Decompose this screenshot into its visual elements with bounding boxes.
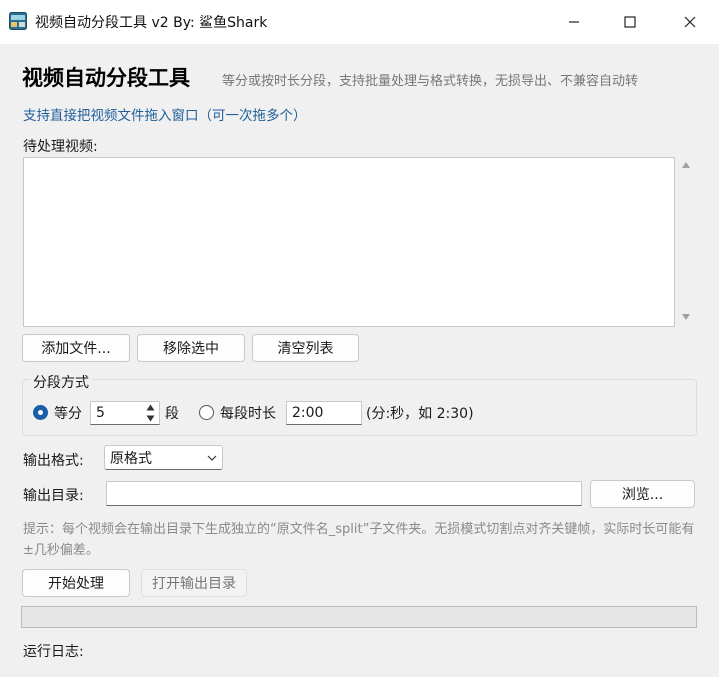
minimize-icon: [569, 21, 579, 23]
segment-unit-label: 段: [165, 406, 179, 422]
video-queue-list[interactable]: [23, 157, 675, 327]
page-subtitle: 等分或按时长分段，支持批量处理与格式转换，无损导出、不兼容自动转: [222, 74, 639, 89]
app-icon: [9, 12, 27, 30]
progress-bar: [21, 606, 697, 628]
close-button[interactable]: [662, 0, 718, 44]
stepper-down-icon[interactable]: [146, 415, 155, 422]
add-files-button[interactable]: 添加文件...: [22, 334, 130, 362]
maximize-button[interactable]: [602, 0, 658, 44]
output-dir-label: 输出目录:: [23, 488, 84, 504]
queue-label: 待处理视频:: [23, 139, 98, 155]
output-dir-input[interactable]: [106, 481, 582, 506]
drag-hint: 支持直接把视频文件拖入窗口（可一次拖多个）: [23, 108, 307, 124]
close-icon: [684, 16, 696, 28]
duration-format-hint: (分:秒，如 2:30): [366, 406, 474, 422]
minimize-button[interactable]: [546, 0, 602, 44]
segment-duration-input[interactable]: 2:00: [286, 401, 362, 425]
stepper-arrows[interactable]: [143, 402, 159, 424]
scroll-down-icon[interactable]: [681, 313, 691, 321]
output-format-label: 输出格式:: [23, 453, 84, 469]
output-format-value: 原格式: [110, 450, 152, 467]
chevron-down-icon: [207, 455, 217, 461]
split-mode-label: 分段方式: [30, 372, 92, 392]
segment-count-value: 5: [96, 405, 105, 421]
stepper-up-icon[interactable]: [146, 404, 155, 411]
equal-split-label: 等分: [54, 406, 82, 422]
duration-split-label: 每段时长: [220, 406, 276, 422]
log-label: 运行日志:: [23, 644, 84, 660]
radio-equal-split[interactable]: [33, 405, 48, 420]
segment-duration-value: 2:00: [292, 405, 324, 421]
window-title: 视频自动分段工具 v2 By: 鲨鱼Shark: [35, 15, 268, 31]
maximize-icon: [624, 16, 636, 28]
start-processing-button[interactable]: 开始处理: [22, 569, 130, 597]
browse-button[interactable]: 浏览...: [590, 480, 695, 508]
queue-scrollbar[interactable]: [677, 157, 695, 327]
open-output-dir-button[interactable]: 打开输出目录: [141, 569, 247, 597]
processing-note: 提示：每个视频会在输出目录下生成独立的“原文件名_split”子文件夹。无损模式…: [23, 522, 695, 558]
page-title: 视频自动分段工具: [22, 66, 190, 90]
radio-duration-split[interactable]: [199, 405, 214, 420]
clear-list-button[interactable]: 清空列表: [252, 334, 359, 362]
output-format-select[interactable]: 原格式: [104, 445, 223, 470]
scroll-up-icon[interactable]: [681, 161, 691, 169]
remove-selected-button[interactable]: 移除选中: [137, 334, 245, 362]
